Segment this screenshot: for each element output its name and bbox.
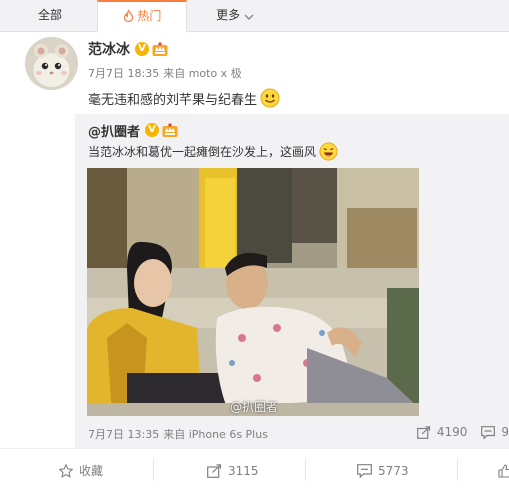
tab-hot[interactable]: 热门 xyxy=(97,0,187,33)
share-icon xyxy=(207,464,222,478)
comment-count: 5773 xyxy=(378,464,409,478)
post-time[interactable]: 7月7日 18:35 xyxy=(88,67,159,80)
tab-hot-label: 热门 xyxy=(137,9,162,23)
comment-icon xyxy=(481,425,496,439)
tab-more[interactable]: 更多 xyxy=(200,0,270,32)
flame-icon xyxy=(123,8,133,23)
repost-author-row: @扒圈者 V xyxy=(88,120,178,140)
star-icon xyxy=(59,464,73,478)
repost-text: 当范冰冰和葛优一起瘫倒在沙发上，这画风 xyxy=(88,142,338,161)
divider xyxy=(153,459,154,481)
smile-emoji-icon xyxy=(260,88,280,108)
post-meta: 7月7日 18:35 来自 moto x 极 xyxy=(88,65,242,81)
favorite-button[interactable]: 收藏 xyxy=(59,449,103,492)
image-watermark: @扒圈者 xyxy=(230,400,279,414)
weibo-post: 范冰冰 V 7月7日 18:35 来自 moto x 极 毫无违和感的刘芊果与纪春… xyxy=(0,33,509,448)
repost-share-count: 4190 xyxy=(436,425,468,439)
author-name[interactable]: 范冰冰 xyxy=(88,39,130,59)
comment-button[interactable]: 5773 xyxy=(357,449,409,492)
repost-comment-button[interactable]: 9 xyxy=(481,425,509,439)
share-count: 3115 xyxy=(228,464,259,478)
post-text-content: 毫无违和感的刘芊果与纪春生 xyxy=(88,92,258,108)
repost-comment-count: 9 xyxy=(501,425,509,439)
favorite-label: 收藏 xyxy=(79,464,104,478)
member-crown-icon[interactable] xyxy=(162,122,178,138)
repost-text-content: 当范冰冰和葛优一起瘫倒在沙发上，这画风 xyxy=(88,145,317,159)
avatar[interactable] xyxy=(25,37,78,90)
member-crown-icon[interactable] xyxy=(152,41,168,57)
laugh-emoji-icon xyxy=(319,142,338,161)
tab-bar: 全部 热门 更多 xyxy=(0,0,509,33)
comment-icon xyxy=(357,464,372,478)
verified-badge-icon[interactable]: V xyxy=(145,123,160,137)
post-action-bar: 收藏 3115 5773 xyxy=(0,448,509,492)
verified-badge-icon[interactable]: V xyxy=(135,42,149,56)
tab-all[interactable]: 全部 xyxy=(20,0,80,32)
divider xyxy=(305,459,306,481)
share-button[interactable]: 3115 xyxy=(207,449,259,492)
reposted-weibo: @扒圈者 V 当范冰冰和葛优一起瘫倒在沙发上，这画风 @扒圈者 7月7日 13:… xyxy=(75,114,509,448)
tab-more-label: 更多 xyxy=(216,8,241,22)
post-image[interactable]: @扒圈者 xyxy=(87,168,419,416)
repost-share-button[interactable]: 4190 xyxy=(416,425,468,439)
post-photo xyxy=(87,168,419,416)
repost-source[interactable]: 来自 iPhone 6s Plus xyxy=(163,428,268,441)
repost-actions: 4190 9 xyxy=(403,424,509,440)
chevron-down-icon xyxy=(244,14,254,20)
post-text: 毫无违和感的刘芊果与纪春生 xyxy=(88,88,280,108)
like-button[interactable] xyxy=(498,449,509,492)
thumbs-up-icon xyxy=(498,464,509,478)
repost-meta: 7月7日 13:35 来自 iPhone 6s Plus xyxy=(88,426,268,442)
repost-time[interactable]: 7月7日 13:35 xyxy=(88,428,159,441)
repost-author-name[interactable]: @扒圈者 xyxy=(88,121,140,140)
author-row: 范冰冰 V xyxy=(88,39,168,59)
post-source[interactable]: 来自 moto x 极 xyxy=(163,67,242,80)
tab-all-label: 全部 xyxy=(37,8,62,22)
divider xyxy=(457,459,458,481)
share-icon xyxy=(416,425,430,439)
avatar-image xyxy=(25,37,78,90)
